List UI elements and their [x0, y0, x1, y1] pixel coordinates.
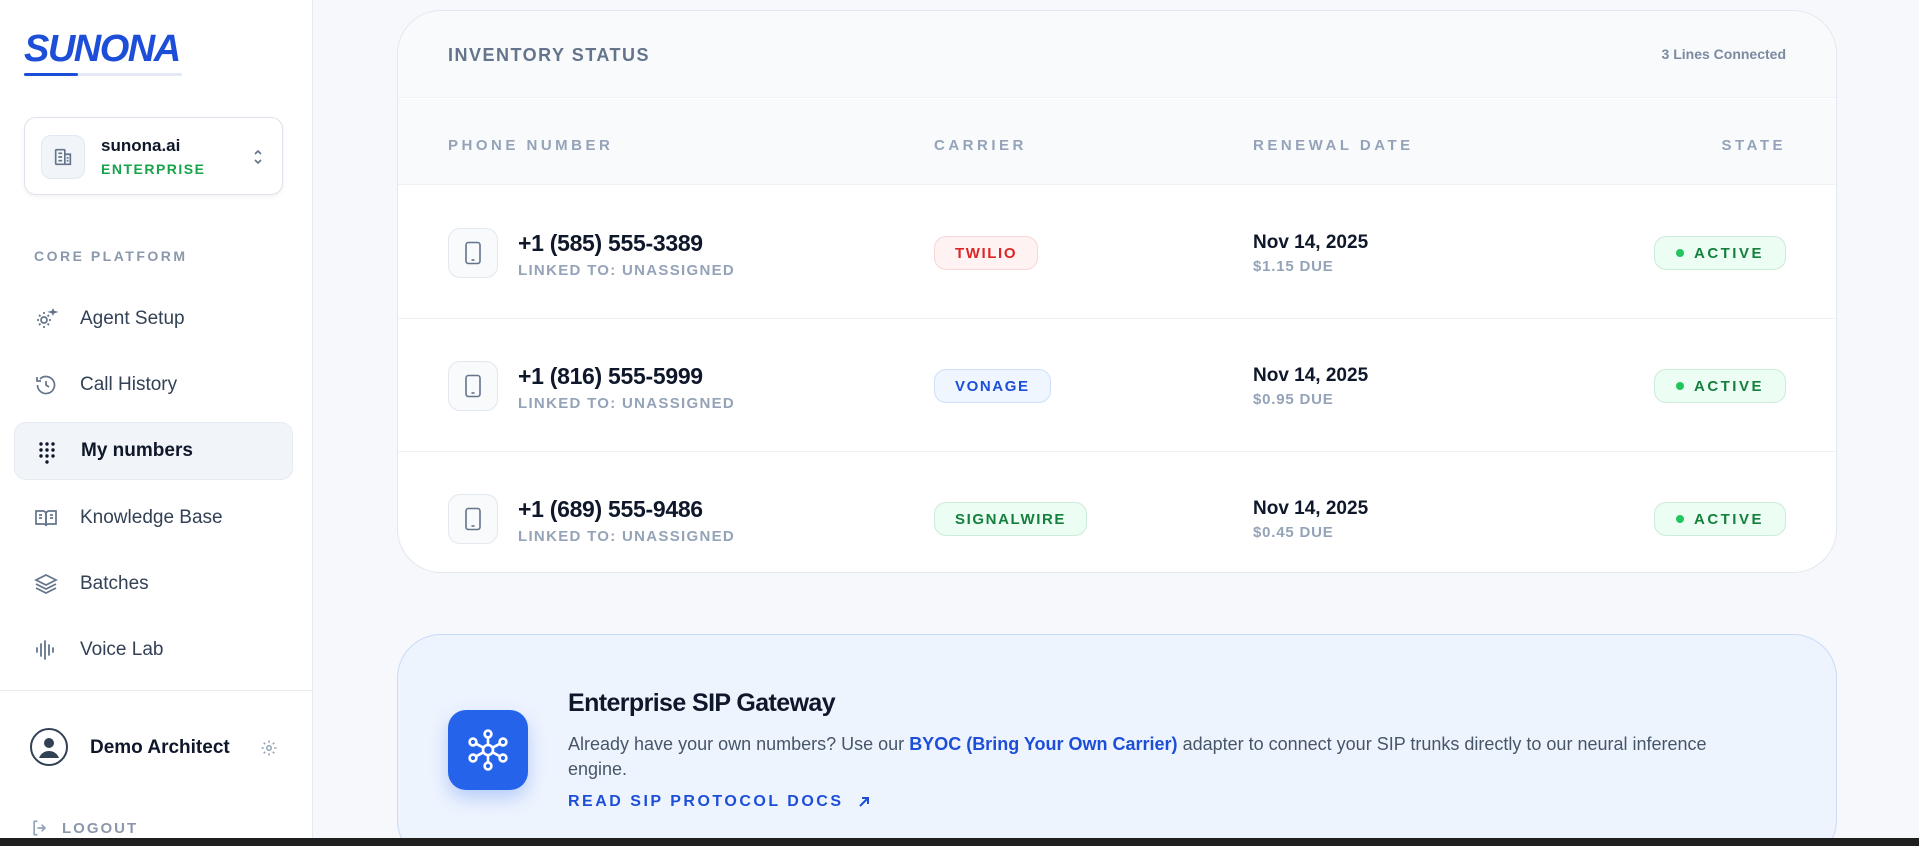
- status-label: ACTIVE: [1693, 377, 1764, 395]
- sip-docs-link[interactable]: READ SIP PROTOCOL DOCS: [568, 793, 871, 811]
- network-hub-icon: [448, 710, 528, 790]
- status-badge: ACTIVE: [1654, 369, 1786, 403]
- smartphone-icon: [448, 361, 498, 411]
- sidebar-item-label: Batches: [80, 573, 149, 594]
- status-badge: ACTIVE: [1654, 236, 1786, 270]
- logout-button[interactable]: LOGOUT: [30, 818, 138, 838]
- sidebar-divider: [0, 690, 313, 691]
- sidebar-item-label: Knowledge Base: [80, 507, 223, 528]
- sidebar-item-label: Agent Setup: [80, 308, 185, 329]
- sip-gateway-title: Enterprise SIP Gateway: [568, 689, 836, 717]
- arrow-up-right-icon: [859, 797, 870, 807]
- logo-underline: [24, 73, 182, 76]
- renewal-due-amount: $0.95 DUE: [1253, 391, 1334, 408]
- logout-icon: [33, 820, 47, 836]
- history-icon: [36, 375, 56, 395]
- smartphone-icon: [448, 494, 498, 544]
- sip-docs-link-label: READ SIP PROTOCOL DOCS: [568, 793, 844, 810]
- phone-number: +1 (585) 555-3389: [518, 230, 703, 256]
- status-badge: ACTIVE: [1654, 502, 1786, 536]
- taskbar-strip: [0, 838, 1919, 846]
- status-dot-icon: [1675, 515, 1684, 523]
- layers-icon: [34, 574, 58, 594]
- brand-logo[interactable]: SUNONA: [24, 28, 181, 71]
- renewal-due-amount: $0.45 DUE: [1253, 524, 1334, 541]
- sidebar-item-agent-setup[interactable]: Agent Setup: [14, 290, 293, 348]
- lines-connected-count: 3 Lines Connected: [1661, 46, 1786, 62]
- table-row[interactable]: +1 (816) 555-5999 LINKED TO: UNASSIGNED …: [398, 319, 1836, 452]
- renewal-date: Nov 14, 2025: [1253, 498, 1369, 519]
- sidebar-item-label: Call History: [80, 374, 178, 395]
- sidebar-item-batches[interactable]: Batches: [14, 555, 293, 613]
- sip-gateway-description: Already have your own numbers? Use our B…: [568, 732, 1768, 782]
- waveform-icon: [36, 640, 54, 660]
- carrier-badge: VONAGE: [934, 369, 1051, 403]
- sidebar: SUNONA sunona.ai ENTERPRISE CORE PLATFOR…: [0, 0, 313, 846]
- column-header-phone-number: PHONE NUMBER: [448, 137, 614, 154]
- carrier-badge: TWILIO: [934, 236, 1039, 270]
- user-icon: [39, 738, 59, 758]
- renewal-date: Nov 14, 2025: [1253, 232, 1369, 253]
- sidebar-item-knowledge-base[interactable]: Knowledge Base: [14, 489, 293, 547]
- sip-gateway-card: Enterprise SIP Gateway Already have your…: [397, 634, 1837, 846]
- section-label-core-platform: CORE PLATFORM: [34, 248, 188, 264]
- table-row[interactable]: +1 (689) 555-9486 LINKED TO: UNASSIGNED …: [398, 452, 1836, 572]
- org-plan-badge: ENTERPRISE: [101, 161, 206, 177]
- phone-number: +1 (816) 555-5999: [518, 363, 703, 389]
- status-dot-icon: [1675, 382, 1684, 390]
- org-switcher[interactable]: sunona.ai ENTERPRISE: [24, 117, 283, 195]
- sidebar-item-my-numbers[interactable]: My numbers: [14, 422, 293, 480]
- column-header-state: STATE: [1721, 137, 1786, 154]
- sidebar-item-voice-lab[interactable]: Voice Lab: [14, 621, 293, 679]
- smartphone-icon: [448, 228, 498, 278]
- byoc-highlight: BYOC (Bring Your Own Carrier): [909, 734, 1178, 754]
- building-icon: [41, 135, 85, 179]
- table-header: PHONE NUMBER CARRIER RENEWAL DATE STATE: [398, 99, 1836, 185]
- status-label: ACTIVE: [1693, 244, 1764, 262]
- column-header-renewal-date: RENEWAL DATE: [1253, 137, 1414, 154]
- phone-number: +1 (689) 555-9486: [518, 496, 703, 522]
- table-row[interactable]: +1 (585) 555-3389 LINKED TO: UNASSIGNED …: [398, 186, 1836, 319]
- status-label: ACTIVE: [1693, 510, 1764, 528]
- inventory-card: INVENTORY STATUS 3 Lines Connected PHONE…: [397, 10, 1837, 573]
- logout-label: LOGOUT: [62, 819, 139, 837]
- gear-sparkle-icon: [37, 308, 58, 328]
- sidebar-item-label: Voice Lab: [80, 639, 164, 660]
- book-icon: [35, 510, 57, 527]
- renewal-date: Nov 14, 2025: [1253, 365, 1369, 386]
- sip-desc-text: Already have your own numbers? Use our: [568, 734, 910, 754]
- column-header-carrier: CARRIER: [934, 137, 1027, 154]
- inventory-header: INVENTORY STATUS 3 Lines Connected: [398, 11, 1836, 98]
- user-avatar[interactable]: [30, 728, 68, 766]
- gear-icon[interactable]: [260, 739, 278, 757]
- inventory-title: INVENTORY STATUS: [448, 45, 651, 65]
- user-name: Demo Architect: [90, 737, 230, 758]
- dialpad-icon: [39, 442, 55, 464]
- carrier-badge: SIGNALWIRE: [934, 502, 1088, 536]
- sidebar-item-call-history[interactable]: Call History: [14, 356, 293, 414]
- linked-agent: LINKED TO: UNASSIGNED: [518, 528, 736, 545]
- sidebar-item-label: My numbers: [81, 440, 193, 461]
- status-dot-icon: [1675, 249, 1684, 257]
- org-name: sunona.ai: [101, 136, 181, 155]
- chevron-up-down-icon: [254, 149, 262, 165]
- renewal-due-amount: $1.15 DUE: [1253, 258, 1334, 275]
- linked-agent: LINKED TO: UNASSIGNED: [518, 395, 736, 412]
- linked-agent: LINKED TO: UNASSIGNED: [518, 262, 736, 279]
